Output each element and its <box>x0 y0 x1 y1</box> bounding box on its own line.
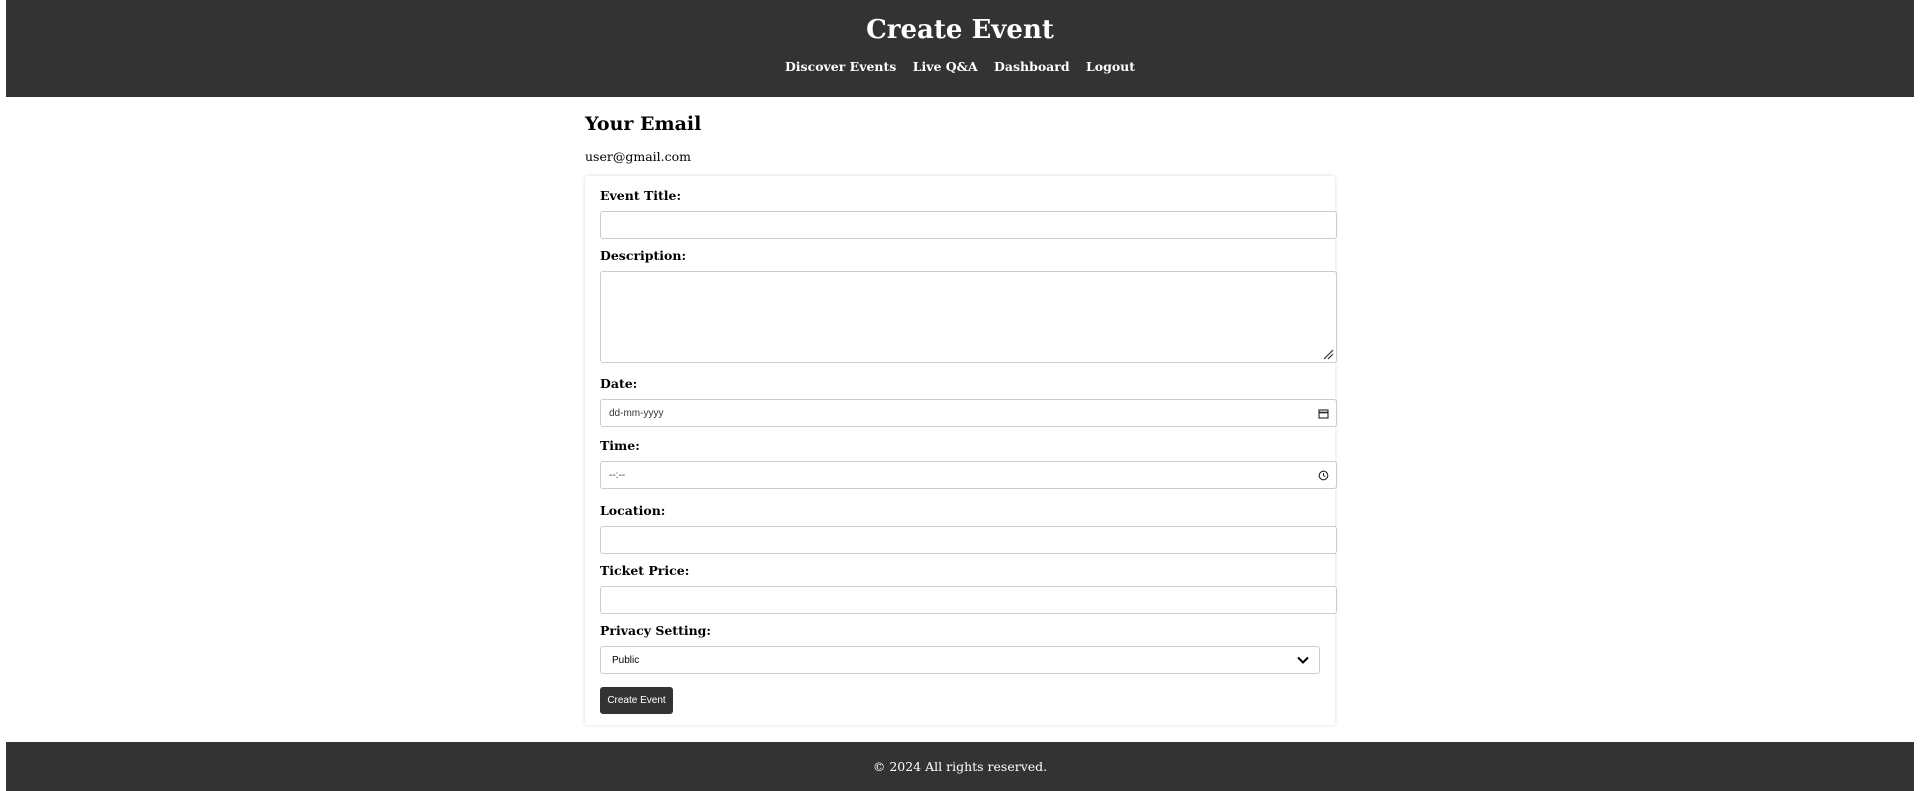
date-placeholder: dd-mm-yyyy <box>609 408 664 419</box>
main-content: Your Email user@gmail.com Event Title: D… <box>585 97 1337 725</box>
main-nav: Discover Events Live Q&A Dashboard Logou… <box>6 59 1914 74</box>
ticket-price-input[interactable] <box>600 586 1337 614</box>
nav-link-logout[interactable]: Logout <box>1086 59 1135 74</box>
event-title-input[interactable] <box>600 211 1337 239</box>
description-label: Description: <box>600 248 687 263</box>
resize-handle-icon[interactable] <box>1322 348 1334 360</box>
time-placeholder: --:-- <box>609 470 626 481</box>
time-label: Time: <box>600 438 640 453</box>
create-event-button[interactable]: Create Event <box>600 687 673 714</box>
privacy-setting-select[interactable]: Public <box>600 646 1320 674</box>
time-input[interactable]: --:-- <box>600 461 1337 489</box>
date-label: Date: <box>600 376 638 391</box>
page: Create Event Discover Events Live Q&A Da… <box>0 0 1920 791</box>
user-email: user@gmail.com <box>585 149 691 164</box>
page-title: Create Event <box>866 15 1054 45</box>
email-heading: Your Email <box>585 113 702 135</box>
date-input[interactable]: dd-mm-yyyy <box>600 399 1337 427</box>
calendar-icon[interactable] <box>1318 408 1329 419</box>
site-footer: © 2024 All rights reserved. <box>6 742 1914 791</box>
description-textarea[interactable] <box>600 271 1337 363</box>
copyright-text: © 2024 All rights reserved. <box>872 759 1048 774</box>
location-label: Location: <box>600 503 666 518</box>
chevron-down-icon[interactable] <box>1296 655 1310 665</box>
create-event-form: Event Title: Description: Date: dd-mm-yy… <box>585 176 1337 725</box>
nav-link-discover-events[interactable]: Discover Events <box>785 59 896 74</box>
nav-link-live-qa[interactable]: Live Q&A <box>913 59 978 74</box>
event-title-label: Event Title: <box>600 188 682 203</box>
site-header: Create Event Discover Events Live Q&A Da… <box>6 0 1914 97</box>
ticket-price-label: Ticket Price: <box>600 563 690 578</box>
privacy-setting-label: Privacy Setting: <box>600 623 712 638</box>
location-input[interactable] <box>600 526 1337 554</box>
clock-icon[interactable] <box>1318 470 1329 481</box>
nav-link-dashboard[interactable]: Dashboard <box>994 59 1070 74</box>
privacy-selected-value: Public <box>612 655 640 666</box>
